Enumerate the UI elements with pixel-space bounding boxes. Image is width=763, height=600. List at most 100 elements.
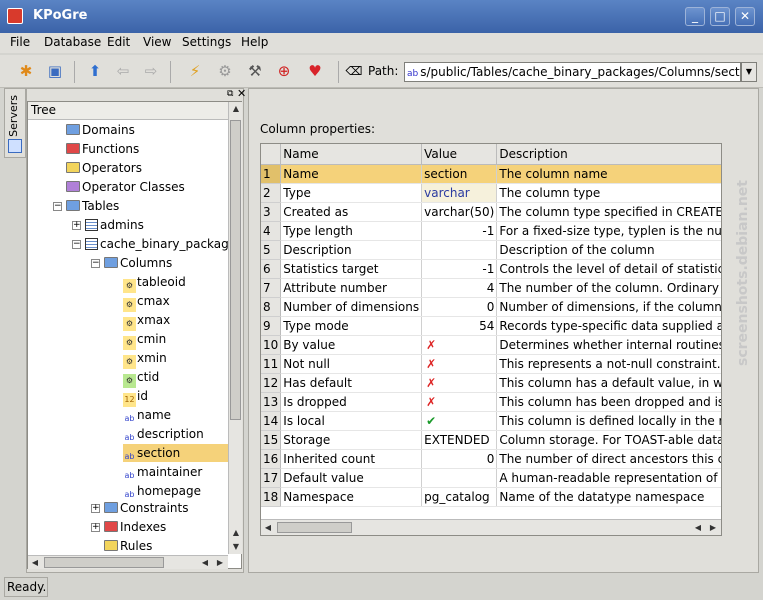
property-name-cell[interactable]: Namespace [280,487,423,507]
tree-item-operators[interactable]: Operators [66,159,142,177]
false-x-icon[interactable]: ✗ [421,354,498,374]
tree-item-rules[interactable]: Rules [104,537,152,555]
tree-item-column[interactable]: ab homepage [123,482,202,500]
collapse-tables-icon[interactable]: − [53,202,62,211]
close-panel-icon[interactable]: ✕ [237,87,246,100]
tree-item-operator-classes[interactable]: Operator Classes [66,178,185,196]
table-row[interactable]: 7 Attribute number 4 The number of the colu… [261,278,721,298]
property-value-cell[interactable]: section [421,164,498,184]
collapse-columns-icon[interactable]: − [91,259,100,268]
scroll-up-icon[interactable]: ▲ [229,102,243,116]
menu-file[interactable]: File [10,35,30,49]
tree-item-domains[interactable]: Domains [66,121,135,139]
expand-indexes-icon[interactable]: + [91,523,100,532]
property-name-cell[interactable]: Storage [280,430,423,450]
property-name-cell[interactable]: Is dropped [280,392,423,412]
property-description-cell[interactable]: Determines whether internal routines pas [496,335,721,355]
property-value-cell[interactable]: 54 [421,316,498,336]
expand-admins-icon[interactable]: + [72,221,81,230]
property-description-cell[interactable]: The number of direct ancestors this colu… [496,449,721,469]
property-description-cell[interactable]: This column is defined locally in the re… [496,411,721,431]
float-panel-icon[interactable]: ⧉ [227,89,233,99]
row-number[interactable]: 9 [261,316,282,336]
property-description-cell[interactable]: The number of the column. Ordinary colu [496,278,721,298]
tree-item-column[interactable]: 12 id [123,387,148,407]
property-value-cell[interactable]: varchar(50) [421,202,498,222]
tree-item-column[interactable]: ⚙ tableoid [123,273,186,293]
menu-edit[interactable]: Edit [107,35,130,49]
table-row[interactable]: 2 Type varchar The column type [261,183,721,203]
open-icon[interactable]: ▣ [44,60,66,82]
property-value-cell[interactable]: varchar [421,183,498,203]
property-value-cell[interactable]: 4 [421,278,498,298]
tree-item-column[interactable]: ab name [123,406,172,424]
table-row[interactable]: 3 Created as varchar(50) The column type sp… [261,202,721,222]
row-number[interactable]: 14 [261,411,282,431]
forward-arrow-icon[interactable]: ⇨ [140,60,162,82]
row-number[interactable]: 16 [261,449,282,469]
tree-item-constraints[interactable]: Constraints [104,499,188,517]
property-value-cell[interactable] [421,468,498,488]
property-name-cell[interactable]: Not null [280,354,423,374]
back-arrow-icon[interactable]: ⇦ [112,60,134,82]
collapse-table-icon[interactable]: − [72,240,81,249]
property-description-cell[interactable]: Description of the column [496,240,721,260]
tree-item-column[interactable]: ⚙ ctid [123,368,159,388]
table-row[interactable]: 5 Description Description of the column [261,240,721,260]
scroll-thumb[interactable] [230,120,241,420]
menu-view[interactable]: View [143,35,171,49]
property-description-cell[interactable]: Number of dimensions, if the column is a [496,297,721,317]
property-description-cell[interactable]: This column has a default value, in whic… [496,373,721,393]
scroll-right-icon[interactable]: ▶ [213,556,227,570]
table-row[interactable]: 18 Namespace pg_catalog Name of the datatyp… [261,487,721,507]
column-header-value[interactable]: Value [421,144,498,165]
column-header-description[interactable]: Description [496,144,721,165]
scroll-right-icon[interactable]: ▶ [706,521,720,535]
row-number[interactable]: 8 [261,297,282,317]
row-number[interactable]: 10 [261,335,282,355]
tree-item-column-selected[interactable]: ab section [123,444,228,462]
wand-icon[interactable]: ⚒ [244,60,266,82]
property-name-cell[interactable]: Default value [280,468,423,488]
menu-help[interactable]: Help [241,35,268,49]
tree-item-column[interactable]: ⚙ cmin [123,330,166,350]
scroll-left-icon[interactable]: ◀ [198,556,212,570]
property-name-cell[interactable]: Statistics target [280,259,423,279]
row-number[interactable]: 11 [261,354,282,374]
row-number[interactable]: 15 [261,430,282,450]
close-button[interactable]: ✕ [735,7,755,26]
property-description-cell[interactable]: The column type [496,183,721,203]
lifebuoy-icon[interactable]: ⊕ [273,60,295,82]
table-row[interactable]: 13 Is dropped ✗ This column has been droppe… [261,392,721,412]
property-description-cell[interactable]: A human-readable representation of the c [496,468,721,488]
property-value-cell[interactable]: 0 [421,449,498,469]
table-row[interactable]: 10 By value ✗ Determines whether internal r… [261,335,721,355]
properties-grid[interactable]: Name Value Description 1 Name section The c… [260,143,722,536]
property-name-cell[interactable]: Type mode [280,316,423,336]
tree-item-cache-binary-package[interactable]: cache_binary_package [85,235,236,253]
row-number[interactable]: 7 [261,278,282,298]
property-name-cell[interactable]: Name [280,164,423,184]
property-value-cell[interactable]: 0 [421,297,498,317]
true-check-icon[interactable]: ✔ [421,411,498,431]
tree-horizontal-scrollbar[interactable]: ◀ ◀ ▶ [28,555,228,569]
disconnect-icon[interactable]: ⚙ [214,60,236,82]
property-name-cell[interactable]: Is local [280,411,423,431]
row-number[interactable]: 2 [261,183,282,203]
tree-item-indexes[interactable]: Indexes [104,518,166,536]
property-value-cell[interactable]: pg_catalog [421,487,498,507]
menu-database[interactable]: Database [44,35,101,49]
tree-item-column[interactable]: ⚙ xmin [123,349,167,369]
connect-icon[interactable]: ⚡ [184,60,206,82]
scroll-left-icon[interactable]: ◀ [28,556,42,570]
property-description-cell[interactable]: The column name [496,164,721,184]
scroll-thumb[interactable] [277,522,352,533]
table-row[interactable]: 14 Is local ✔ This column is defined locall… [261,411,721,431]
tree-item-columns[interactable]: Columns [104,254,172,272]
menu-settings[interactable]: Settings [182,35,231,49]
property-value-cell[interactable]: EXTENDED [421,430,498,450]
property-value-cell[interactable]: -1 [421,259,498,279]
property-name-cell[interactable]: By value [280,335,423,355]
scroll-thumb[interactable] [44,557,164,568]
grid-horizontal-scrollbar[interactable]: ◀ ◀ ▶ [261,519,721,535]
